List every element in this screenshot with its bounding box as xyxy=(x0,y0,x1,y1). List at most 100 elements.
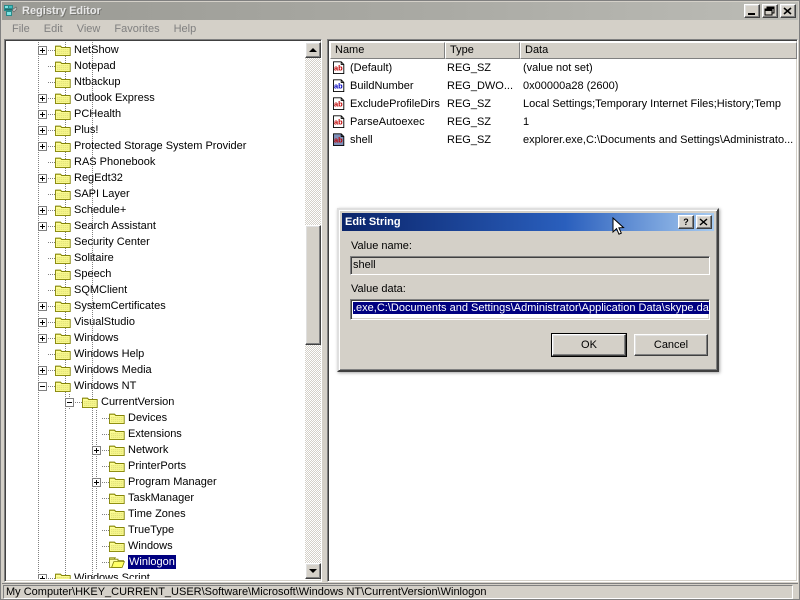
menu-item-view[interactable]: View xyxy=(70,21,108,37)
tree-node[interactable]: Plus! xyxy=(7,122,305,138)
folder-closed-icon xyxy=(55,92,71,105)
tree-expand-icon[interactable] xyxy=(38,46,47,55)
tree-expand-icon[interactable] xyxy=(38,318,47,327)
dialog-cancel-button[interactable]: Cancel xyxy=(634,334,708,356)
tree-expand-icon[interactable] xyxy=(38,174,47,183)
tree-node-label: Windows xyxy=(74,331,119,345)
tree-node[interactable]: Devices xyxy=(7,410,305,426)
tree-scroll-up-button[interactable] xyxy=(305,42,321,58)
column-header-type[interactable]: Type xyxy=(445,42,520,59)
value-row[interactable]: abExcludeProfileDirsREG_SZLocal Settings… xyxy=(330,95,797,113)
tree-expand-icon[interactable] xyxy=(38,302,47,311)
tree-node-label: Search Assistant xyxy=(74,219,156,233)
column-header-name[interactable]: Name xyxy=(330,42,445,59)
string-value-icon: ab xyxy=(332,97,346,111)
menu-item-edit[interactable]: Edit xyxy=(37,21,70,37)
value-name-field[interactable]: shell xyxy=(350,256,710,275)
edit-string-dialog[interactable]: Edit String ? Value name: shell Value da… xyxy=(337,208,719,372)
tree-node[interactable]: Extensions xyxy=(7,426,305,442)
tree-node[interactable]: Windows xyxy=(7,538,305,554)
tree-node[interactable]: Program Manager xyxy=(7,474,305,490)
menu-item-favorites[interactable]: Favorites xyxy=(107,21,166,37)
tree-expand-icon[interactable] xyxy=(38,126,47,135)
tree-node[interactable]: Outlook Express xyxy=(7,90,305,106)
tree-node-label: Program Manager xyxy=(128,475,217,489)
tree-node[interactable]: CurrentVersion xyxy=(7,394,305,410)
tree-node[interactable]: SQMClient xyxy=(7,282,305,298)
tree-connector xyxy=(102,530,109,531)
tree-node[interactable]: Solitaire xyxy=(7,250,305,266)
tree-expand-icon[interactable] xyxy=(38,222,47,231)
tree-node[interactable]: Windows NT xyxy=(7,378,305,394)
svg-text:ab: ab xyxy=(334,136,343,145)
dialog-close-button[interactable] xyxy=(696,215,712,229)
tree-node[interactable]: RAS Phonebook xyxy=(7,154,305,170)
tree-node[interactable]: Winlogon xyxy=(7,554,305,570)
value-row[interactable]: abParseAutoexecREG_SZ1 xyxy=(330,113,797,131)
tree-node[interactable]: Notepad xyxy=(7,58,305,74)
tree-node[interactable]: RegEdt32 xyxy=(7,170,305,186)
tree-node[interactable]: PrinterPorts xyxy=(7,458,305,474)
dialog-titlebar[interactable]: Edit String ? xyxy=(342,213,714,231)
registry-tree-panel[interactable]: NetShowNotepadNtbackupOutlook ExpressPCH… xyxy=(4,39,322,582)
tree-node-label: Outlook Express xyxy=(74,91,155,105)
close-button[interactable] xyxy=(780,4,796,18)
tree-expand-icon[interactable] xyxy=(92,478,101,487)
tree-vertical-scrollbar[interactable] xyxy=(305,42,321,579)
tree-expand-icon[interactable] xyxy=(38,206,47,215)
tree-collapse-icon[interactable] xyxy=(65,398,74,407)
folder-closed-icon xyxy=(55,300,71,313)
value-row[interactable]: abshellREG_SZexplorer.exe,C:\Documents a… xyxy=(330,131,797,149)
folder-closed-icon xyxy=(55,332,71,345)
value-row[interactable]: abBuildNumberREG_DWO...0x00000a28 (2600) xyxy=(330,77,797,95)
tree-node[interactable]: Protected Storage System Provider xyxy=(7,138,305,154)
tree-node[interactable]: Ntbackup xyxy=(7,74,305,90)
tree-node[interactable]: Windows Help xyxy=(7,346,305,362)
tree-node[interactable]: Speech xyxy=(7,266,305,282)
column-header-data[interactable]: Data xyxy=(520,42,797,59)
value-data-field[interactable]: .exe,C:\Documents and Settings\Administr… xyxy=(350,299,710,320)
tree-expand-icon[interactable] xyxy=(38,334,47,343)
folder-closed-icon xyxy=(55,268,71,281)
tree-node[interactable]: Windows xyxy=(7,330,305,346)
menu-item-file[interactable]: File xyxy=(5,21,37,37)
value-row[interactable]: ab(Default)REG_SZ(value not set) xyxy=(330,59,797,77)
tree-expand-icon[interactable] xyxy=(92,446,101,455)
tree-node[interactable]: SAPI Layer xyxy=(7,186,305,202)
dialog-help-button[interactable]: ? xyxy=(678,215,694,229)
tree-expand-icon[interactable] xyxy=(38,110,47,119)
tree-collapse-icon[interactable] xyxy=(38,382,47,391)
tree-node[interactable]: VisualStudio xyxy=(7,314,305,330)
tree-node[interactable]: Time Zones xyxy=(7,506,305,522)
tree-connector xyxy=(48,290,55,291)
tree-expand-icon[interactable] xyxy=(38,94,47,103)
status-path: My Computer\HKEY_CURRENT_USER\Software\M… xyxy=(3,585,793,599)
tree-scroll-thumb[interactable] xyxy=(305,225,321,345)
tree-node[interactable]: TaskManager xyxy=(7,490,305,506)
folder-closed-icon xyxy=(55,252,71,265)
minimize-button[interactable] xyxy=(744,4,760,18)
folder-closed-icon xyxy=(55,236,71,249)
tree-expand-icon[interactable] xyxy=(38,142,47,151)
tree-node[interactable]: Windows Script xyxy=(7,570,305,579)
menu-item-help[interactable]: Help xyxy=(167,21,204,37)
tree-expand-icon[interactable] xyxy=(38,366,47,375)
tree-node[interactable]: Security Center xyxy=(7,234,305,250)
tree-node[interactable]: NetShow xyxy=(7,42,305,58)
tree-node[interactable]: SystemCertificates xyxy=(7,298,305,314)
tree-node[interactable]: PCHealth xyxy=(7,106,305,122)
string-value-icon: ab xyxy=(332,115,346,129)
tree-node[interactable]: Schedule+ xyxy=(7,202,305,218)
tree-node-label: SQMClient xyxy=(74,283,127,297)
tree-connector xyxy=(48,306,55,307)
window-titlebar[interactable]: Registry Editor xyxy=(2,2,798,20)
tree-node[interactable]: Search Assistant xyxy=(7,218,305,234)
tree-scroll-down-button[interactable] xyxy=(305,563,321,579)
tree-node[interactable]: Windows Media xyxy=(7,362,305,378)
dialog-ok-button[interactable]: OK xyxy=(552,334,626,356)
tree-node[interactable]: TrueType xyxy=(7,522,305,538)
restore-button[interactable] xyxy=(762,4,778,18)
tree-expand-icon[interactable] xyxy=(38,574,47,579)
tree-node[interactable]: Network xyxy=(7,442,305,458)
value-name-label: Value name: xyxy=(351,240,412,252)
